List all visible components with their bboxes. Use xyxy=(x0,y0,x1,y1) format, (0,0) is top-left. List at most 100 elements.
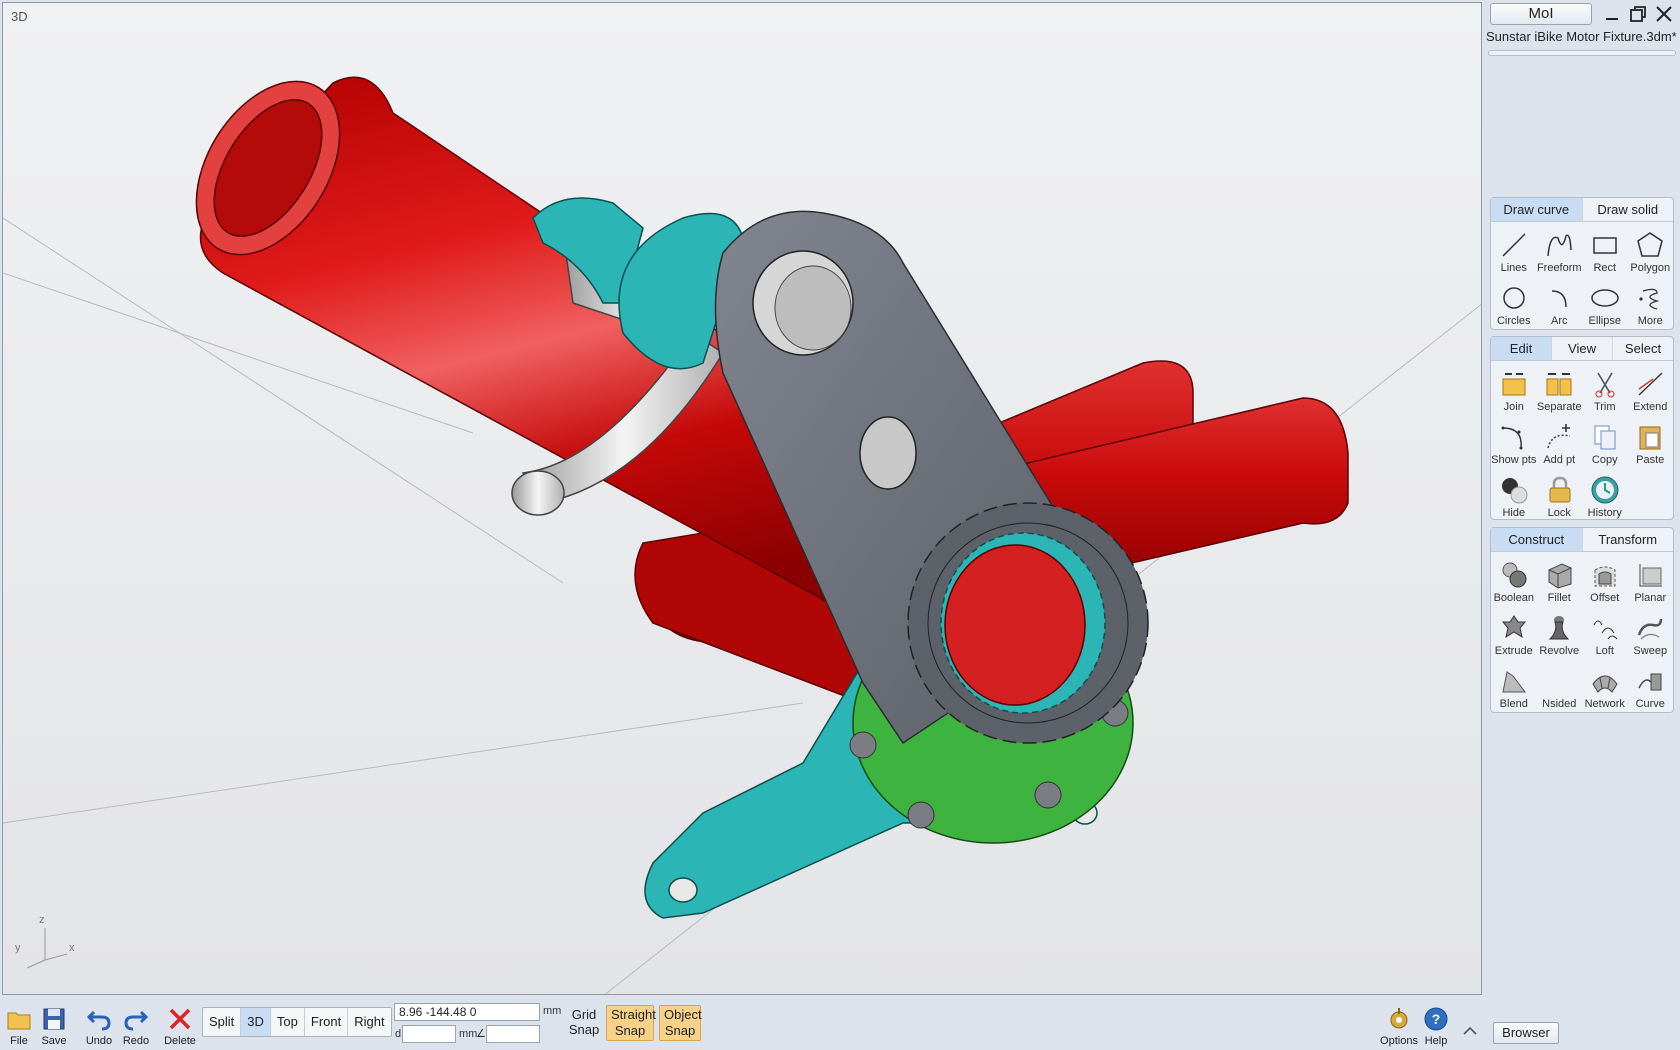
arm-bore-mid xyxy=(859,416,917,490)
minimize-icon[interactable] xyxy=(1600,2,1624,26)
circles-tool[interactable]: Circles xyxy=(1491,277,1537,330)
extrude-tool[interactable]: Extrude xyxy=(1491,607,1537,660)
boolean-icon xyxy=(1502,562,1527,588)
browser-button[interactable]: Browser xyxy=(1493,1022,1559,1044)
show-points-icon xyxy=(1501,426,1523,450)
delete-icon xyxy=(169,1008,191,1030)
arc-icon xyxy=(1552,290,1567,308)
show-points-tool[interactable]: Show pts xyxy=(1491,416,1537,469)
help-button[interactable]: ? Help xyxy=(1417,1001,1455,1047)
curve-tool[interactable]: Curve xyxy=(1628,660,1674,713)
extend-icon xyxy=(1638,372,1663,396)
view-3d-button[interactable]: 3D xyxy=(241,1008,271,1036)
file-button[interactable]: File xyxy=(0,1001,38,1047)
more-tool[interactable]: More xyxy=(1628,277,1674,330)
ellipse-icon xyxy=(1591,289,1619,307)
join-tool[interactable]: Join xyxy=(1491,363,1537,416)
add-point-tool[interactable]: Add pt xyxy=(1537,416,1583,469)
tab-construct[interactable]: Construct xyxy=(1491,528,1583,551)
coordinate-input[interactable]: 8.96 -144.48 0 xyxy=(394,1003,540,1021)
freeform-icon xyxy=(1547,234,1572,257)
redo-icon xyxy=(124,1010,149,1031)
angle-label: ∠ xyxy=(476,1028,486,1040)
sweep-icon xyxy=(1638,618,1663,640)
separate-icon xyxy=(1546,373,1572,396)
save-button[interactable]: Save xyxy=(35,1001,73,1047)
copy-tool[interactable]: Copy xyxy=(1582,416,1628,469)
fillet-icon xyxy=(1548,563,1572,589)
freeform-tool[interactable]: Freeform xyxy=(1537,224,1583,277)
redo-button[interactable]: Redo xyxy=(117,1001,155,1047)
blend-tool[interactable]: Blend xyxy=(1491,660,1537,713)
view-split-button[interactable]: Split xyxy=(203,1008,242,1036)
extend-tool[interactable]: Extend xyxy=(1628,363,1674,416)
network-tool[interactable]: Network xyxy=(1582,660,1628,713)
loft-tool[interactable]: Loft xyxy=(1582,607,1628,660)
save-icon xyxy=(43,1008,65,1030)
straight-snap-button[interactable]: Straight Snap xyxy=(606,1005,656,1041)
fillet-tool[interactable]: Fillet xyxy=(1537,554,1583,607)
tab-draw-solid[interactable]: Draw solid xyxy=(1583,198,1674,221)
draw-tabs: Draw curve Draw solid xyxy=(1491,198,1673,222)
options-button[interactable]: Options xyxy=(1378,1001,1420,1047)
3d-model-scene[interactable] xyxy=(3,3,1482,995)
tab-draw-curve[interactable]: Draw curve xyxy=(1491,198,1583,221)
3d-viewport[interactable]: 3D z y x xyxy=(2,2,1482,995)
distance-input[interactable] xyxy=(402,1025,456,1043)
viewport-label: 3D xyxy=(11,9,28,24)
ellipse-tool[interactable]: Ellipse xyxy=(1582,277,1628,330)
planar-tool[interactable]: Planar xyxy=(1628,554,1674,607)
undo-button[interactable]: Undo xyxy=(80,1001,118,1047)
tab-view[interactable]: View xyxy=(1552,337,1613,360)
restore-icon[interactable] xyxy=(1626,2,1650,26)
tab-transform[interactable]: Transform xyxy=(1583,528,1674,551)
sprocket xyxy=(907,502,1149,744)
line-icon xyxy=(1502,233,1526,257)
separate-tool[interactable]: Separate xyxy=(1537,363,1583,416)
tab-select[interactable]: Select xyxy=(1613,337,1673,360)
lines-tool[interactable]: Lines xyxy=(1491,224,1537,277)
polygon-tool[interactable]: Polygon xyxy=(1628,224,1674,277)
rect-tool[interactable]: Rect xyxy=(1582,224,1628,277)
app-menu-button[interactable]: MoI xyxy=(1490,3,1592,25)
offset-icon xyxy=(1594,566,1616,587)
trim-tool[interactable]: Trim xyxy=(1582,363,1628,416)
view-right-button[interactable]: Right xyxy=(348,1008,390,1036)
close-icon[interactable] xyxy=(1652,2,1676,26)
extrude-icon xyxy=(1501,615,1526,639)
nsided-tool[interactable]: Nsided xyxy=(1537,660,1583,713)
chevron-up-icon[interactable] xyxy=(1460,1021,1480,1041)
tab-edit[interactable]: Edit xyxy=(1491,337,1552,360)
svg-text:?: ? xyxy=(1432,1011,1441,1027)
angle-input[interactable] xyxy=(486,1025,540,1043)
network-icon xyxy=(1592,675,1618,693)
paste-tool[interactable]: Paste xyxy=(1628,416,1674,469)
grid-snap-button[interactable]: Grid Snap xyxy=(564,1007,604,1037)
folder-icon xyxy=(7,1012,31,1030)
axis-indicator: z y x xyxy=(11,912,81,972)
polygon-icon xyxy=(1637,232,1664,257)
side-panel: MoI Sunstar iBike Motor Fixture.3dm* Dra… xyxy=(1484,0,1680,1050)
hide-tool[interactable]: Hide xyxy=(1491,469,1537,522)
options-icon xyxy=(1390,1008,1408,1029)
view-front-button[interactable]: Front xyxy=(305,1008,349,1036)
object-snap-button[interactable]: Object Snap xyxy=(659,1005,702,1041)
coordinate-unit: mm xyxy=(543,1005,562,1017)
sweep-tool[interactable]: Sweep xyxy=(1628,607,1674,660)
draw-palette: Draw curve Draw solid Lines Freeform Rec… xyxy=(1490,197,1674,330)
circle-icon xyxy=(1503,287,1525,309)
bottom-toolbar: File Save Undo Redo Delete Split 3D Top … xyxy=(0,997,1484,1050)
boolean-tool[interactable]: Boolean xyxy=(1491,554,1537,607)
add-point-icon xyxy=(1547,424,1571,449)
offset-tool[interactable]: Offset xyxy=(1582,554,1628,607)
history-tool[interactable]: History xyxy=(1582,469,1628,522)
lock-tool[interactable]: Lock xyxy=(1537,469,1583,522)
revolve-tool[interactable]: Revolve xyxy=(1537,607,1583,660)
planar-icon xyxy=(1639,564,1663,587)
arc-tool[interactable]: Arc xyxy=(1537,277,1583,330)
join-icon xyxy=(1502,373,1526,396)
delete-button[interactable]: Delete xyxy=(161,1001,199,1047)
view-top-button[interactable]: Top xyxy=(271,1008,305,1036)
paste-icon xyxy=(1639,426,1661,450)
edit-tabs: Edit View Select xyxy=(1491,337,1673,361)
